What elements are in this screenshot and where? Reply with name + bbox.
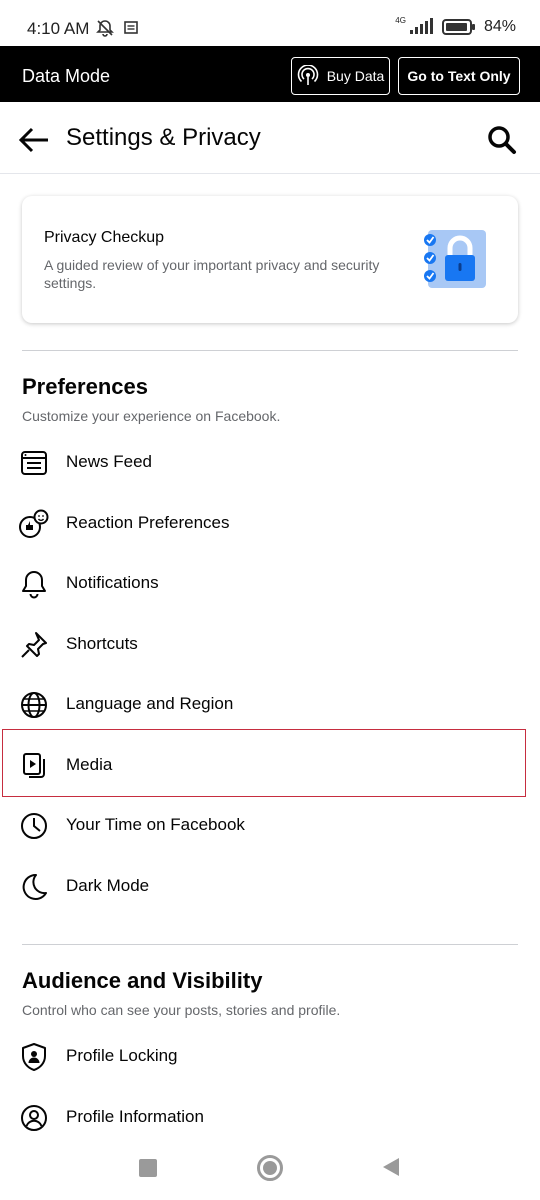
bell-icon xyxy=(18,568,50,600)
privacy-checkup-card[interactable]: Privacy Checkup A guided review of your … xyxy=(22,196,518,323)
data-mode-bar: Data Mode Buy Data Go to Text Only xyxy=(0,46,540,102)
network-label: 4G xyxy=(395,15,406,25)
status-right: 4G 84% xyxy=(395,15,516,36)
menu-item-your-time[interactable]: Your Time on Facebook xyxy=(0,796,540,854)
menu-label: Profile Locking xyxy=(66,1046,178,1065)
menu-item-reaction-preferences[interactable]: Reaction Preferences xyxy=(0,494,540,552)
recents-button[interactable] xyxy=(139,1159,157,1177)
data-mode-title: Data Mode xyxy=(22,66,111,86)
menu-label: Notifications xyxy=(66,573,159,592)
menu-item-profile-locking[interactable]: Profile Locking xyxy=(0,1027,540,1085)
preferences-title: Preferences xyxy=(22,374,148,399)
battery-icon xyxy=(441,19,475,35)
pin-icon xyxy=(18,629,50,661)
status-left-icons xyxy=(95,18,139,38)
home-button[interactable] xyxy=(257,1155,283,1181)
preferences-subtitle: Customize your experience on Facebook. xyxy=(22,408,281,424)
menu-label: Your Time on Facebook xyxy=(66,815,245,834)
media-highlight-box xyxy=(2,729,526,797)
menu-label: News Feed xyxy=(66,452,152,471)
menu-item-shortcuts[interactable]: Shortcuts xyxy=(0,615,540,673)
message-icon xyxy=(124,21,138,34)
privacy-lock-illustration xyxy=(424,230,486,288)
reaction-icon xyxy=(18,508,50,540)
news-feed-icon xyxy=(18,447,50,479)
buy-data-label: Buy Data xyxy=(326,68,385,84)
profile-icon xyxy=(18,1102,50,1134)
system-nav-bar xyxy=(0,1135,540,1200)
divider xyxy=(22,350,518,351)
clock-icon xyxy=(18,810,50,842)
menu-label: Profile Information xyxy=(66,1107,204,1126)
menu-label: Language and Region xyxy=(66,694,234,713)
back-button[interactable] xyxy=(14,120,54,160)
moon-icon xyxy=(18,871,50,903)
signal-icon xyxy=(409,18,433,34)
privacy-checkup-description: A guided review of your important privac… xyxy=(44,257,380,291)
battery-percent: 84% xyxy=(483,18,516,35)
menu-item-notifications[interactable]: Notifications xyxy=(0,554,540,612)
menu-label: Reaction Preferences xyxy=(66,513,230,532)
menu-label: Shortcuts xyxy=(66,634,138,653)
audience-title: Audience and Visibility xyxy=(22,968,263,993)
status-time: 4:10 AM xyxy=(27,19,90,38)
menu-item-language-region[interactable]: Language and Region xyxy=(0,675,540,733)
search-button[interactable] xyxy=(482,120,522,160)
buy-data-button[interactable]: Buy Data xyxy=(291,57,390,95)
menu-label: Dark Mode xyxy=(66,876,150,895)
back-arrow-icon xyxy=(18,127,48,153)
shield-person-icon xyxy=(18,1041,50,1073)
menu-item-dark-mode[interactable]: Dark Mode xyxy=(0,857,540,915)
privacy-checkup-title: Privacy Checkup xyxy=(44,229,165,246)
nav-back-icon[interactable] xyxy=(381,1157,401,1177)
broadcast-icon xyxy=(297,65,318,85)
search-icon xyxy=(488,126,516,154)
divider xyxy=(22,944,518,945)
text-only-button[interactable]: Go to Text Only xyxy=(398,57,520,95)
globe-icon xyxy=(18,689,50,721)
status-bar: 4:10 AM 4G 84% xyxy=(0,0,540,46)
page-title: Settings & Privacy xyxy=(66,124,261,151)
muted-alarm-icon xyxy=(96,20,114,37)
audience-subtitle: Control who can see your posts, stories … xyxy=(22,1002,341,1018)
menu-item-news-feed[interactable]: News Feed xyxy=(0,433,540,491)
page-header: Settings & Privacy xyxy=(0,102,540,174)
